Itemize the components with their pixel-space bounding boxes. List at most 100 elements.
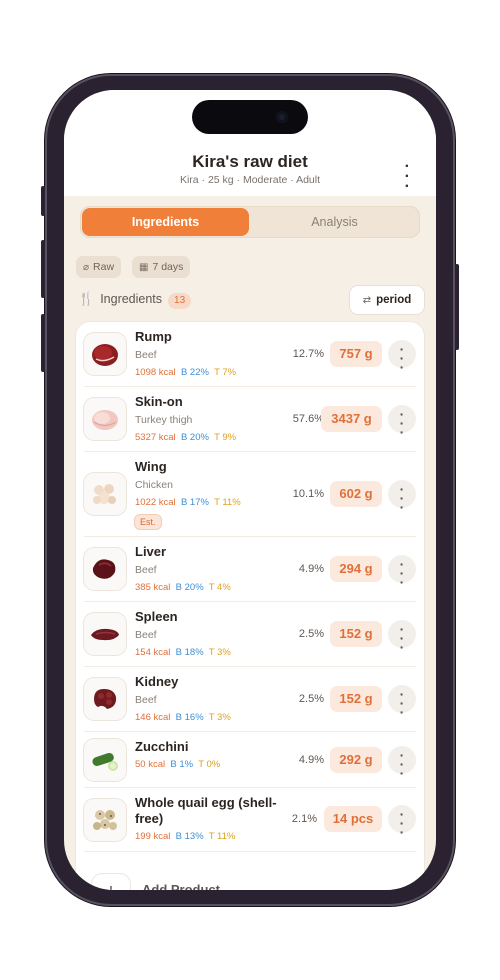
item-kcal: 154 kcal: [135, 647, 171, 658]
phone-volume-up-button: [41, 240, 45, 298]
item-type: Chicken: [135, 479, 173, 491]
list-item[interactable]: Whole quail egg (shell-free) 199 kcal B …: [76, 788, 424, 852]
item-amount-button[interactable]: 294 g: [330, 556, 382, 582]
item-name: Kidney: [135, 674, 179, 689]
item-nutrition: 50 kcal B 1% T 0%: [135, 759, 220, 770]
calendar-icon: ▦: [139, 262, 149, 273]
more-vertical-icon: · · ·: [399, 686, 405, 720]
item-kcal: 385 kcal: [135, 582, 171, 593]
quail-egg-icon: [84, 799, 126, 841]
item-protein: B 1%: [170, 759, 194, 770]
item-type: Turkey thigh: [135, 414, 193, 426]
more-vertical-icon: · · ·: [399, 481, 405, 515]
tab-analysis[interactable]: Analysis: [251, 208, 418, 236]
chip-period-days[interactable]: ▦ 7 days: [132, 256, 191, 278]
item-fat: T 11%: [214, 497, 241, 508]
item-more-button[interactable]: · · ·: [388, 555, 416, 589]
item-name: Zucchini: [135, 739, 189, 754]
item-type: Beef: [135, 629, 157, 641]
item-protein: B 18%: [175, 647, 204, 658]
item-kcal: 1098 kcal: [135, 367, 176, 378]
item-type: Beef: [135, 349, 157, 361]
list-item[interactable]: Liver Beef 385 kcal B 20% T 4% 4.9% 294 …: [76, 537, 424, 602]
item-fat: T 7%: [214, 367, 237, 378]
chip-raw[interactable]: ⌀ Raw: [76, 256, 122, 278]
add-product-row[interactable]: + Add Product: [76, 874, 424, 890]
item-percent: 2.5%: [298, 693, 324, 705]
item-protein: B 17%: [180, 497, 209, 508]
item-amount-button[interactable]: 602 g: [330, 481, 382, 507]
list-item[interactable]: Rump Beef 1098 kcal B 22% T 7% 12.7% 757…: [76, 322, 424, 387]
page-subtitle: Kira · 25 kg · Moderate · Adult: [179, 174, 321, 186]
item-more-button[interactable]: · · ·: [388, 405, 416, 439]
item-amount-button[interactable]: 3437 g: [321, 406, 382, 432]
add-product-label: Add Product: [142, 882, 220, 890]
more-vertical-icon: · · ·: [399, 341, 405, 375]
segmented-tabs: Ingredients Analysis: [80, 206, 420, 238]
chicken-wing-icon: [84, 473, 126, 515]
more-vertical-icon[interactable]: · · ·: [405, 159, 410, 195]
plus-icon[interactable]: +: [92, 874, 130, 890]
list-item[interactable]: Wing Chicken 1022 kcal B 17% T 11% Est. …: [76, 452, 424, 537]
item-kcal: 5327 kcal: [135, 432, 176, 443]
item-nutrition: 1098 kcal B 22% T 7%: [135, 367, 236, 378]
item-more-button[interactable]: · · ·: [388, 480, 416, 514]
period-button-label: period: [376, 294, 412, 306]
turkey-thigh-icon: [84, 398, 126, 440]
item-nutrition: 5327 kcal B 20% T 9%: [135, 432, 236, 443]
item-amount-button[interactable]: 152 g: [330, 686, 382, 712]
item-name: Wing: [135, 459, 167, 474]
item-type: Beef: [135, 694, 157, 706]
zucchini-icon: [84, 739, 126, 781]
phone-mute-button: [41, 186, 45, 216]
item-kcal: 1022 kcal: [135, 497, 176, 508]
item-type: Beef: [135, 564, 157, 576]
item-percent: 12.7%: [292, 348, 324, 360]
estimated-badge: Est.: [135, 515, 161, 529]
row-divider: [84, 851, 416, 852]
item-fat: T 0%: [198, 759, 221, 770]
more-vertical-icon: · · ·: [399, 747, 405, 781]
item-amount-button[interactable]: 14 pcs: [324, 806, 382, 832]
chip-raw-label: Raw: [93, 261, 115, 273]
fork-knife-icon: 🍴: [78, 291, 95, 306]
period-button[interactable]: ⇄ period: [350, 286, 424, 314]
item-amount-button[interactable]: 292 g: [330, 747, 382, 773]
item-kcal: 146 kcal: [135, 712, 171, 723]
item-fat: T 3%: [208, 647, 231, 658]
tab-ingredients[interactable]: Ingredients: [82, 208, 249, 236]
item-fat: T 9%: [214, 432, 237, 443]
ingredients-header: 🍴 Ingredients 13: [78, 291, 192, 309]
item-nutrition: 146 kcal B 16% T 3%: [135, 712, 231, 723]
list-item[interactable]: Spleen Beef 154 kcal B 18% T 3% 2.5% 152…: [76, 602, 424, 667]
item-protein: B 20%: [180, 432, 209, 443]
item-amount-button[interactable]: 152 g: [330, 621, 382, 647]
item-more-button[interactable]: · · ·: [388, 685, 416, 719]
item-protein: B 16%: [175, 712, 204, 723]
beef-steak-icon: [84, 333, 126, 375]
item-percent: 4.9%: [298, 754, 324, 766]
phone-power-button: [455, 264, 459, 350]
list-item[interactable]: Kidney Beef 146 kcal B 16% T 3% 2.5% 152…: [76, 667, 424, 732]
page-title: Kira's raw diet: [192, 152, 308, 171]
ingredient-count-badge: 13: [168, 293, 192, 309]
list-item[interactable]: Skin-on Turkey thigh 5327 kcal B 20% T 9…: [76, 387, 424, 452]
item-name: Rump: [135, 329, 172, 344]
item-name: Liver: [135, 544, 167, 559]
item-fat: T 11%: [208, 831, 236, 842]
item-protein: B 13%: [175, 831, 204, 842]
more-vertical-icon: · · ·: [399, 621, 405, 655]
item-more-button[interactable]: · · ·: [388, 746, 416, 780]
item-name: Spleen: [135, 609, 178, 624]
item-more-button[interactable]: · · ·: [388, 805, 416, 839]
item-percent: 4.9%: [298, 563, 324, 575]
item-more-button[interactable]: · · ·: [388, 340, 416, 374]
list-item[interactable]: Zucchini 50 kcal B 1% T 0% 4.9% 292 g · ·…: [76, 732, 424, 788]
dynamic-island: [192, 100, 308, 134]
more-vertical-icon: · · ·: [399, 806, 405, 840]
liver-icon: [84, 548, 126, 590]
item-name: Whole quail egg (shell-free): [135, 795, 277, 826]
item-more-button[interactable]: · · ·: [388, 620, 416, 654]
item-amount-button[interactable]: 757 g: [330, 341, 382, 367]
ingredients-label: Ingredients: [100, 292, 163, 306]
